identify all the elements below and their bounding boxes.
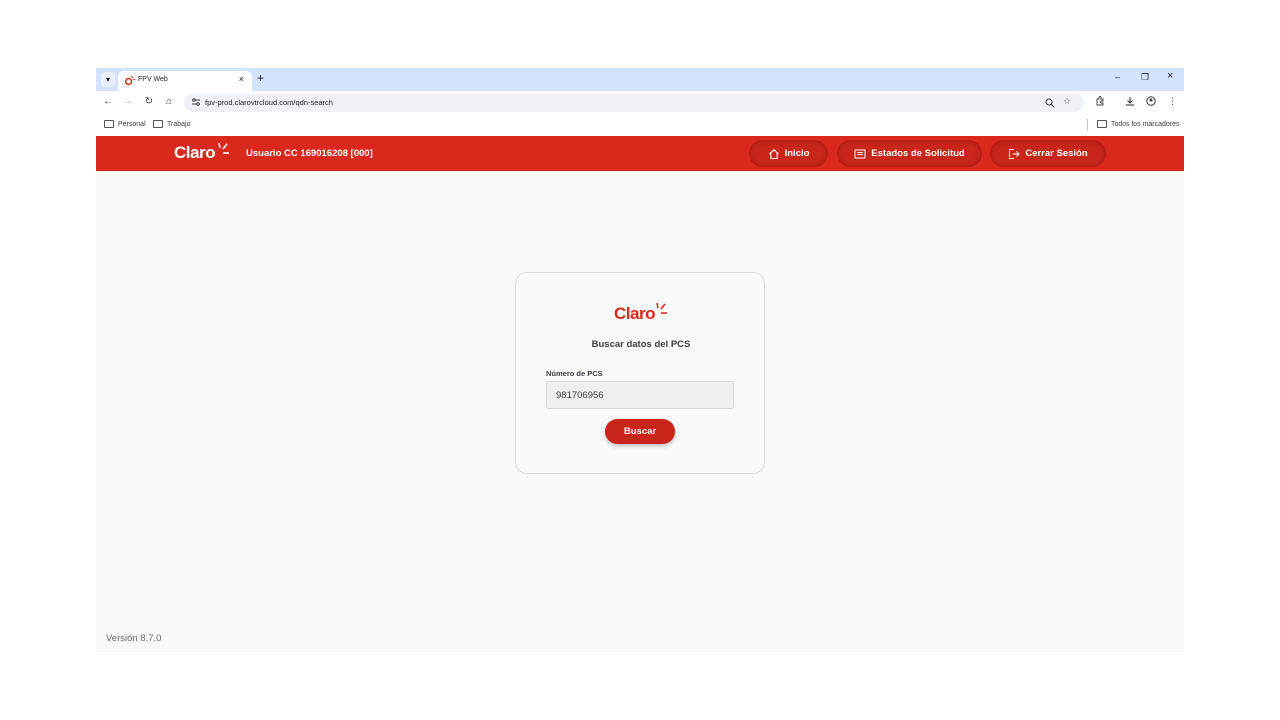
new-tab-icon[interactable]: + [257,71,264,85]
zoom-icon[interactable] [1045,98,1055,108]
browser-window: ▾ FPV Web × + – ❐ × ← → ↻ ⌂ fpv-prod.cla… [96,68,1184,652]
bookmarks-divider [1087,119,1088,131]
card-claro-logo: Claro [614,302,667,324]
card-logo-text: Claro [614,304,655,323]
address-bar[interactable]: fpv-prod.clarovtrcloud.com/qdn-search ☆ [184,94,1084,112]
tab-fpv-web[interactable]: FPV Web × [118,71,252,91]
folder-icon [1097,120,1107,128]
estados-solicitud-label: Estados de Solicitud [871,148,965,159]
bookmark-label: Trabajo [167,120,191,128]
bookmark-folder-trabajo[interactable]: Trabajo [153,120,190,128]
claro-logo[interactable]: Claro [174,142,229,163]
home-icon [768,148,779,159]
inicio-label: Inicio [784,148,810,159]
version-text: Versión 8.7.0 [106,633,162,644]
tab-title: FPV Web [138,76,168,83]
folder-icon [104,120,114,128]
home-icon[interactable]: ⌂ [163,96,175,107]
back-icon[interactable]: ← [102,96,114,107]
buscar-button[interactable]: Buscar [605,419,675,444]
bookmarks-bar: Personal Trabajo Todos los marcadores [96,115,1184,136]
minimize-icon[interactable]: – [1115,72,1120,82]
claro-logo-rays-icon [218,142,229,154]
browser-menu-icon[interactable]: ⋮ [1168,96,1177,107]
download-icon[interactable] [1125,96,1135,106]
cerrar-sesion-label: Cerrar Sesión [1025,148,1088,159]
logo-text: Claro [174,143,215,162]
folder-icon [153,120,163,128]
all-bookmarks-label: Todos los marcadores [1111,120,1180,128]
pcs-number-input[interactable] [546,381,734,409]
site-settings-icon[interactable] [191,97,201,107]
card-title: Buscar datos del PCS [591,339,691,350]
estados-solicitud-button[interactable]: Estados de Solicitud [837,140,982,167]
bookmark-star-icon[interactable]: ☆ [1063,96,1071,107]
extensions-icon[interactable] [1095,96,1105,106]
url-text: fpv-prod.clarovtrcloud.com/qdn-search [205,98,333,107]
window-close-icon[interactable]: × [1167,70,1173,82]
logout-icon [1009,148,1021,159]
pcs-number-label: Número de PCS [546,369,603,378]
app-header: Claro Usuario CC 169016208 [000] Inicio … [96,136,1184,171]
list-icon [854,149,866,158]
browser-toolbar: ← → ↻ ⌂ fpv-prod.clarovtrcloud.com/qdn-s… [96,91,1184,115]
all-bookmarks-folder[interactable]: Todos los marcadores [1097,120,1179,128]
bookmark-label: Personal [118,120,146,128]
inicio-button[interactable]: Inicio [749,140,828,167]
main-content: Claro Buscar datos del PCS Número de PCS… [96,171,1184,652]
restore-icon[interactable]: ❐ [1141,72,1149,83]
profile-icon[interactable] [1146,96,1156,106]
reload-icon[interactable]: ↻ [143,96,155,107]
tab-search-icon[interactable]: ▾ [101,72,115,87]
claro-favicon-icon [124,75,135,86]
tab-close-icon[interactable]: × [239,74,244,84]
forward-icon[interactable]: → [122,96,134,107]
claro-logo-rays-icon [656,302,667,314]
bookmark-folder-personal[interactable]: Personal [104,120,146,128]
search-card: Claro Buscar datos del PCS Número de PCS… [515,272,765,474]
user-info: Usuario CC 169016208 [000] [246,148,373,159]
tab-strip: ▾ FPV Web × + – ❐ × [96,68,1184,91]
cerrar-sesion-button[interactable]: Cerrar Sesión [990,140,1106,167]
